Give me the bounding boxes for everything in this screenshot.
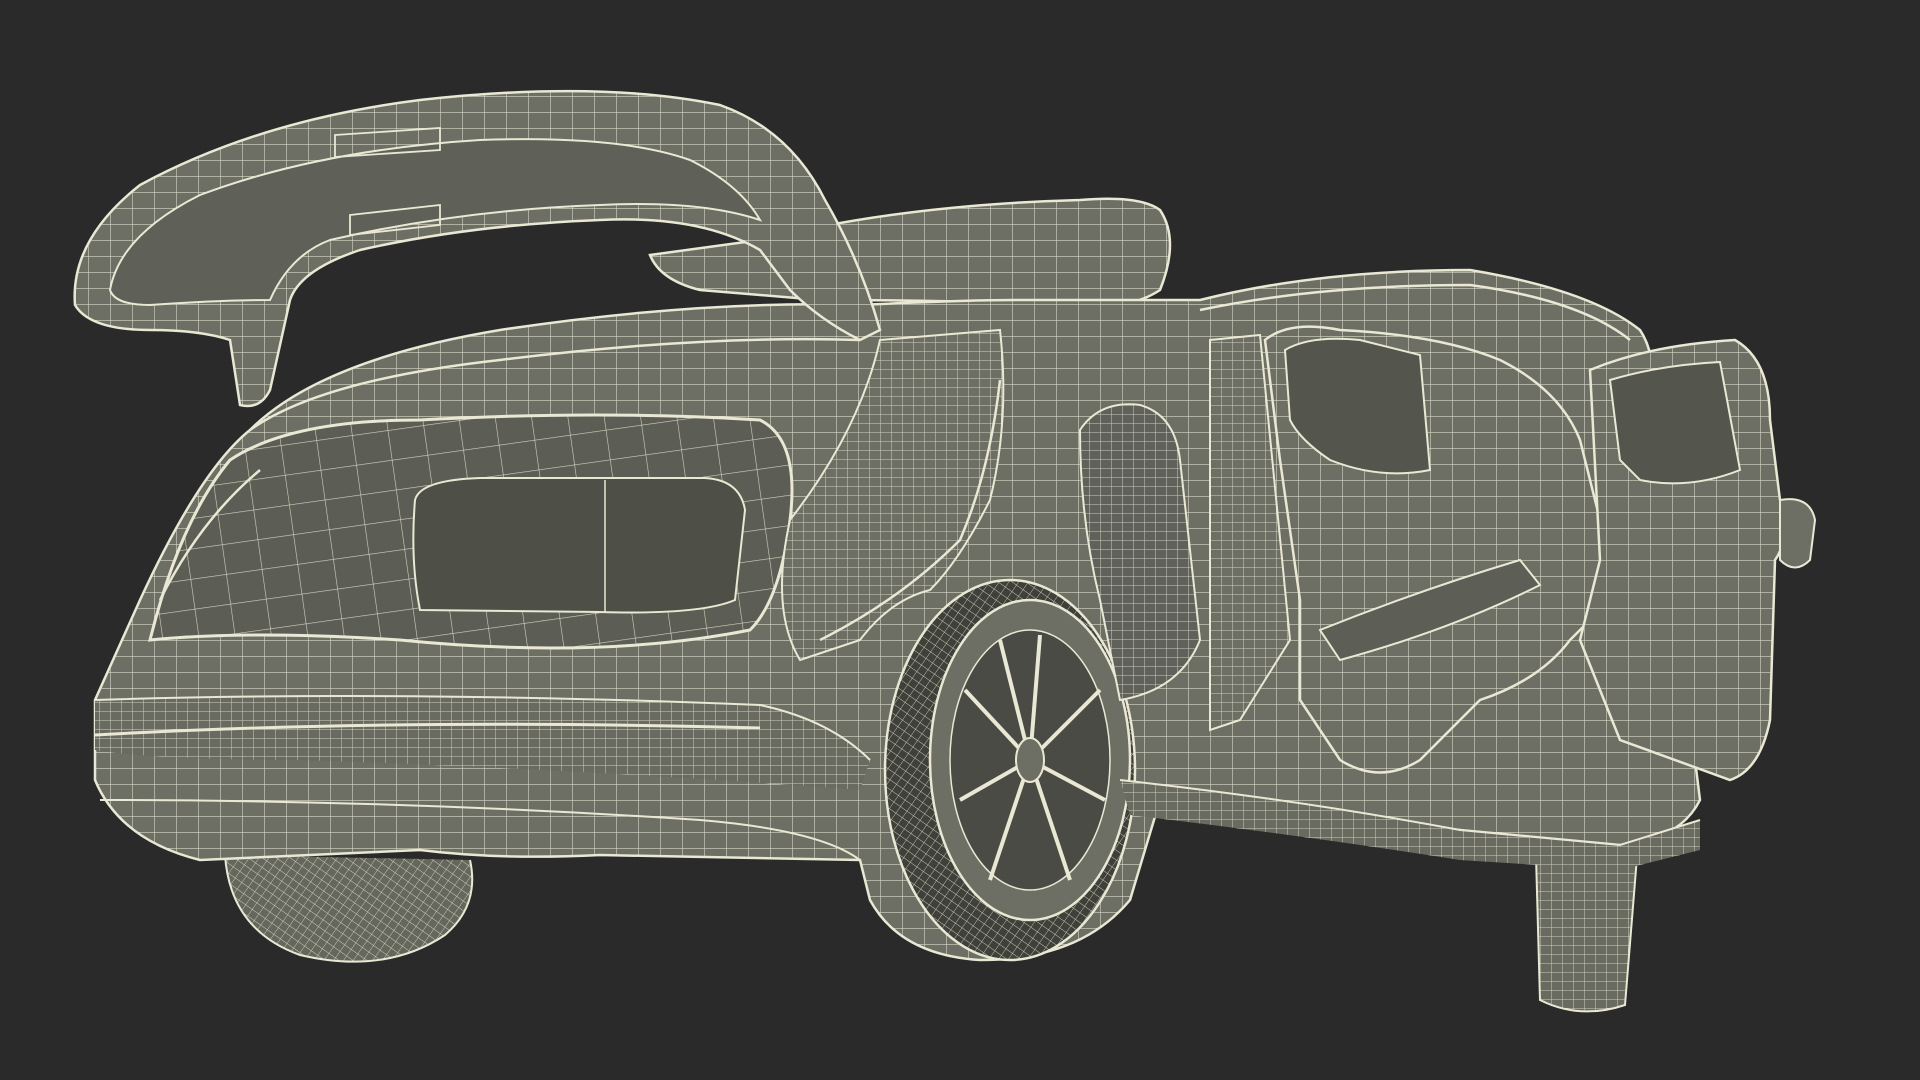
wireframe-render (73, 89, 1817, 1013)
render-viewport (0, 0, 1920, 1080)
rear-left-tire (224, 854, 474, 963)
rear-right-wheel (883, 578, 1137, 962)
open-front-door (1578, 338, 1817, 782)
trunk-opening (148, 413, 794, 650)
